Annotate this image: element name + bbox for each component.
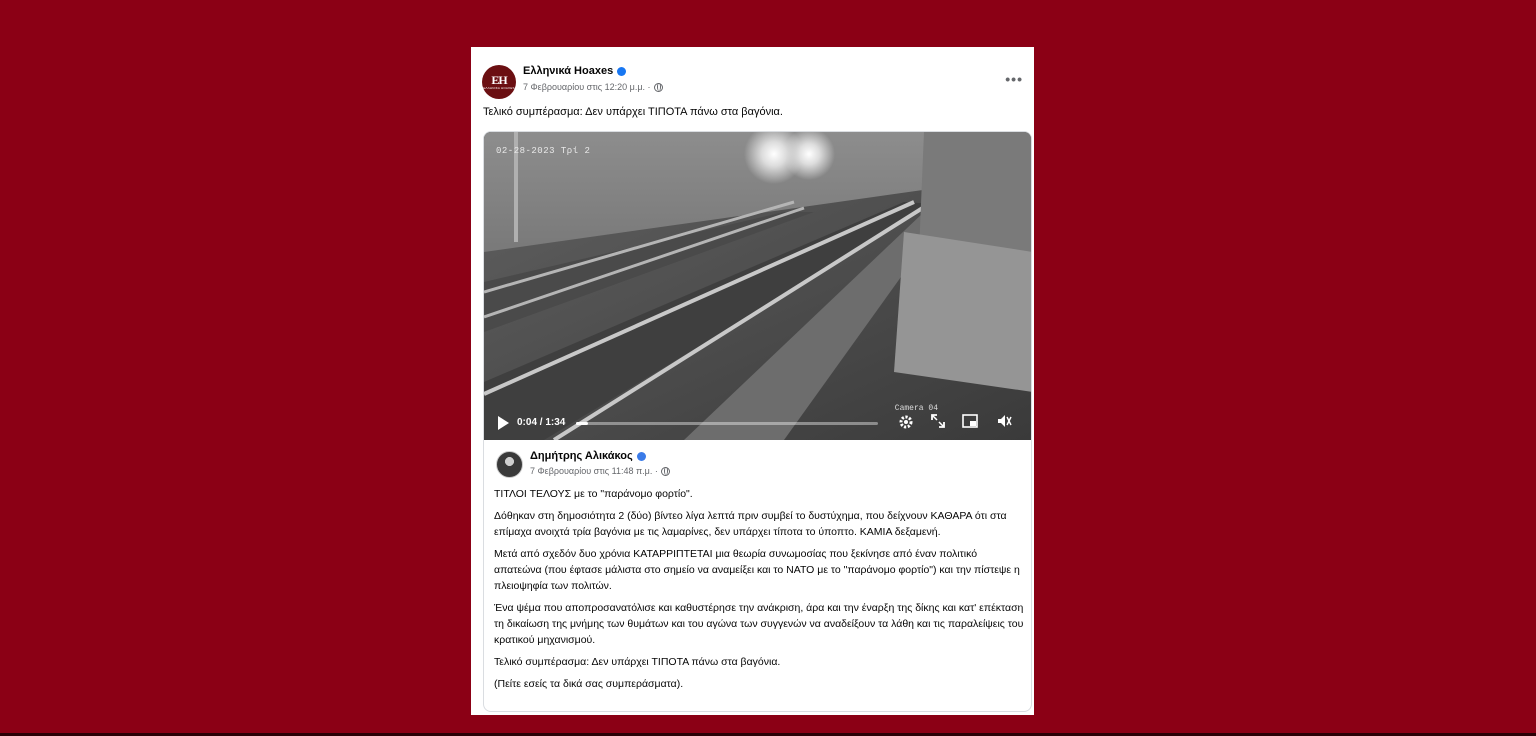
- author-avatar[interactable]: [496, 451, 523, 478]
- video-frame: [484, 132, 1031, 440]
- paragraph: Ένα ψέμα που αποπροσανατόλισε και καθυστ…: [494, 602, 1024, 646]
- paragraph: (Πείτε εσείς τα δικά σας συμπεράσματα).: [494, 678, 684, 690]
- paragraph: ΤΙΤΛΟΙ ΤΕΛΟΥΣ με το "παράνομο φορτίο".: [494, 488, 693, 500]
- globe-icon: [653, 82, 663, 92]
- verified-badge-icon: [636, 451, 646, 461]
- page-name[interactable]: Ελληνικά Hoaxes: [523, 65, 613, 77]
- facebook-post-card: EH ΕΛΛΗΝΙΚΑ HOAXES Ελληνικά Hoaxes 7 Φεβ…: [471, 47, 1034, 715]
- globe-icon: [660, 466, 670, 476]
- video-controls: 0:04 / 1:34: [484, 406, 1031, 440]
- page-avatar[interactable]: EH ΕΛΛΗΝΙΚΑ HOAXES: [482, 65, 516, 99]
- play-icon[interactable]: [498, 416, 509, 430]
- shared-post-meta: 7 Φεβρουαρίου στις 11:48 π.μ. ·: [530, 466, 670, 476]
- settings-icon[interactable]: [898, 414, 916, 432]
- post-text: Τελικό συμπέρασμα: Δεν υπάρχει ΤΙΠΟΤΑ πά…: [483, 106, 783, 118]
- video-progress-fill: [576, 422, 589, 425]
- paragraph: Δόθηκαν στη δημοσιότητα 2 (δύο) βίντεο λ…: [494, 510, 1007, 538]
- video-player[interactable]: 02-28-2023 Τρί 2 Camera 04 0:04 / 1:34: [484, 132, 1031, 440]
- video-time: 0:04 / 1:34: [517, 417, 566, 428]
- more-options-icon[interactable]: •••: [1005, 71, 1023, 87]
- shared-post-body: ΤΙΤΛΟΙ ΤΕΛΟΥΣ με το "παράνομο φορτίο". Δ…: [494, 486, 1024, 698]
- author-name-row: Δημήτρης Αλικάκος: [530, 450, 646, 462]
- shared-post-header: Δημήτρης Αλικάκος 7 Φεβρουαρίου στις 11:…: [496, 450, 996, 482]
- post-timestamp[interactable]: 7 Φεβρουαρίου στις 12:20 μ.μ. ·: [523, 82, 651, 92]
- volume-icon[interactable]: [997, 414, 1015, 432]
- verified-badge-icon: [617, 66, 627, 76]
- paragraph: Τελικό συμπέρασμα: Δεν υπάρχει ΤΙΠΟΤΑ πά…: [494, 656, 781, 668]
- shared-post: 02-28-2023 Τρί 2 Camera 04 0:04 / 1:34 Δ…: [483, 131, 1032, 712]
- post-meta: 7 Φεβρουαρίου στις 12:20 μ.μ. ·: [523, 82, 663, 92]
- pip-icon[interactable]: [962, 414, 980, 432]
- fullscreen-icon[interactable]: [931, 414, 949, 432]
- page-name-row: Ελληνικά Hoaxes: [523, 65, 627, 77]
- avatar-monogram: EH: [491, 72, 507, 87]
- video-timestamp-overlay: 02-28-2023 Τρί 2: [496, 146, 591, 156]
- author-name[interactable]: Δημήτρης Αλικάκος: [530, 450, 633, 462]
- video-progress-bar[interactable]: [576, 422, 878, 425]
- post-header: EH ΕΛΛΗΝΙΚΑ HOAXES Ελληνικά Hoaxes 7 Φεβ…: [482, 63, 1027, 103]
- avatar-logo-text: ΕΛΛΗΝΙΚΑ HOAXES: [483, 85, 515, 90]
- shared-post-timestamp[interactable]: 7 Φεβρουαρίου στις 11:48 π.μ. ·: [530, 466, 658, 476]
- paragraph: Μετά από σχεδόν δυο χρόνια ΚΑΤΑΡΡΙΠΤΕΤΑΙ…: [494, 548, 1020, 592]
